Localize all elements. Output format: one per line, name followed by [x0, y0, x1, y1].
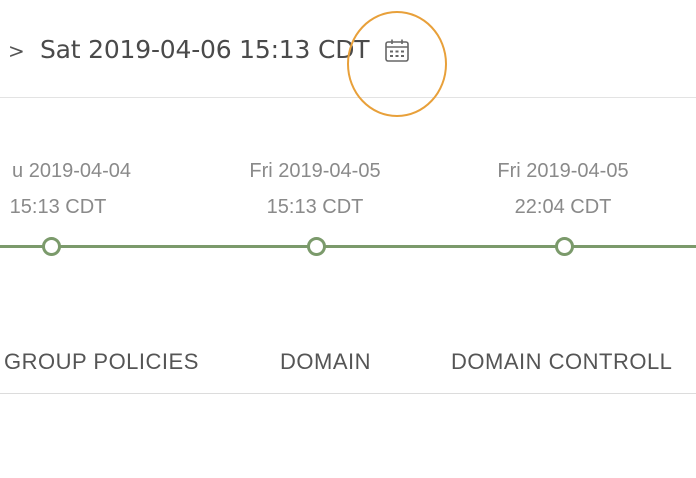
prev-chevron-button[interactable]: >: [8, 41, 25, 61]
timeline: u 2019-04-04 15:13 CDT Fri 2019-04-05 15…: [0, 98, 696, 298]
header-bar: > Sat 2019-04-06 15:13 CDT: [0, 0, 696, 117]
timeline-date: Fri 2019-04-05: [249, 160, 381, 182]
timeline-node-2[interactable]: [307, 237, 326, 256]
tab-domain-controllers[interactable]: DOMAIN CONTROLL: [451, 348, 672, 376]
timeline-time: 22:04 CDT: [514, 196, 612, 218]
timeline-line: [0, 245, 696, 248]
timeline-time: 15:13 CDT: [266, 196, 364, 218]
timeline-node-3[interactable]: [555, 237, 574, 256]
timeline-label-3: Fri 2019-04-05 22:04 CDT: [473, 153, 653, 225]
tab-domain[interactable]: DOMAIN: [280, 348, 371, 376]
tab-group-policies[interactable]: GROUP POLICIES: [4, 348, 199, 376]
timeline-date: Fri 2019-04-05: [497, 160, 629, 182]
timeline-time: 15:13 CDT: [9, 196, 107, 218]
calendar-icon: [385, 39, 409, 62]
timeline-date: u 2019-04-04: [12, 160, 131, 182]
timeline-label-1: u 2019-04-04 15:13 CDT: [0, 153, 148, 225]
timeline-label-2: Fri 2019-04-05 15:13 CDT: [225, 153, 405, 225]
calendar-button[interactable]: [383, 37, 411, 65]
category-tabs: GROUP POLICIES DOMAIN DOMAIN CONTROLL: [0, 330, 696, 394]
timeline-node-1[interactable]: [42, 237, 61, 256]
current-datetime-title: Sat 2019-04-06 15:13 CDT: [40, 35, 370, 64]
